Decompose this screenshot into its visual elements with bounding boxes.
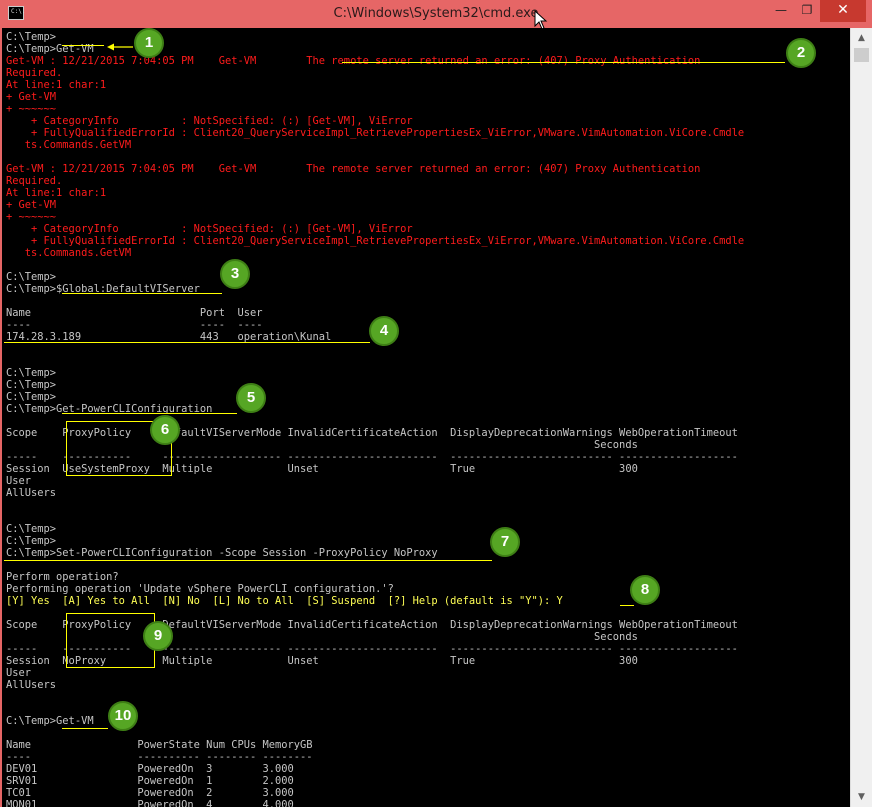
highlight-underline [62,413,237,414]
highlight-underline [62,293,222,294]
highlight-underline [4,342,370,343]
window-title: C:\Windows\System32\cmd.exe [333,6,539,21]
highlight-box [66,613,155,668]
console-line: Name PowerState Num CPUs MemoryGB [6,739,313,751]
console-line: ts.Commands.GetVM [6,139,132,151]
console-line: ts.Commands.GetVM [6,247,132,259]
console-line: Perform operation? [6,571,119,583]
highlight-underline [342,62,785,63]
mouse-cursor-icon [534,10,548,30]
step-badge: 10 [108,701,138,731]
step-badge: 3 [220,259,250,289]
console-line: Required. [6,67,63,79]
highlight-underline [620,605,634,606]
step-badge: 7 [490,527,520,557]
console-line: [Y] Yes [A] Yes to All [N] No [L] No to … [6,595,563,607]
minimize-button[interactable]: — [768,0,794,22]
step-badge: 2 [786,38,816,68]
console-line: MON01 PoweredOn 4 4.000 [6,799,294,807]
console-line: Name Port User [6,307,263,319]
console-line: Get-VM : 12/21/2015 7:04:05 PM Get-VM Th… [6,163,701,175]
step-badge: 6 [150,415,180,445]
console-line: C:\Temp> [6,367,57,379]
highlight-underline [62,45,104,46]
console-line: C:\Temp> [6,535,57,547]
console-output[interactable]: C:\Temp> C:\Temp>Get-VM Get-VM : 12/21/201… [0,28,850,807]
scrollbar-thumb[interactable] [854,48,869,62]
console-line: DEV01 PoweredOn 3 3.000 [6,763,294,775]
console-line: TC01 PoweredOn 2 3.000 [6,787,294,799]
maximize-button[interactable]: ❐ [794,0,820,22]
console-line: C:\Temp> [6,271,57,283]
step-badge: 8 [630,575,660,605]
console-line: + FullyQualifiedErrorId : Client20_Query… [6,235,745,247]
console-line: ---- ---- ---- [6,319,263,331]
close-button[interactable]: ✕ [820,0,866,22]
highlight-underline [62,728,108,729]
step-badge: 9 [143,621,173,651]
console-line: + ~~~~~~ [6,103,57,115]
console-line: C:\Temp> [6,31,57,43]
console-line: C:\Temp>Get-VM [6,715,94,727]
console-line: At line:1 char:1 [6,187,107,199]
console-line: + Get-VM [6,199,57,211]
console-line: + FullyQualifiedErrorId : Client20_Query… [6,127,745,139]
console-line: Performing operation 'Update vSphere Pow… [6,583,394,595]
console-line: C:\Temp> [6,523,57,535]
scroll-down-icon[interactable]: ▼ [851,789,872,805]
console-line: C:\Temp> [6,379,57,391]
console-line: ---- ---------- -------- -------- [6,751,313,763]
console-line: + ~~~~~~ [6,211,57,223]
annotation-arrow-icon [107,43,133,51]
console-line: User [6,667,32,679]
console-line: + CategoryInfo : NotSpecified: (:) [Get-… [6,223,413,235]
title-bar[interactable]: C:\. C:\Windows\System32\cmd.exe — ❐ ✕ [0,0,872,30]
console-line: C:\Temp>Set-PowerCLIConfiguration -Scope… [6,547,438,559]
console-line: At line:1 char:1 [6,79,107,91]
step-badge: 4 [369,316,399,346]
scroll-up-icon[interactable]: ▲ [851,30,872,46]
vertical-scrollbar[interactable]: ▲ ▼ [850,28,872,807]
step-badge: 1 [134,28,164,58]
console-line: SRV01 PoweredOn 1 2.000 [6,775,294,787]
console-line: C:\Temp> [6,391,57,403]
console-line: User [6,475,32,487]
console-line: + Get-VM [6,91,57,103]
console-line: + CategoryInfo : NotSpecified: (:) [Get-… [6,115,413,127]
console-line: AllUsers [6,487,57,499]
console-line: AllUsers [6,679,57,691]
step-badge: 5 [236,383,266,413]
highlight-underline [4,560,492,561]
console-line: Required. [6,175,63,187]
console-line: Get-VM : 12/21/2015 7:04:05 PM Get-VM Th… [6,55,701,67]
